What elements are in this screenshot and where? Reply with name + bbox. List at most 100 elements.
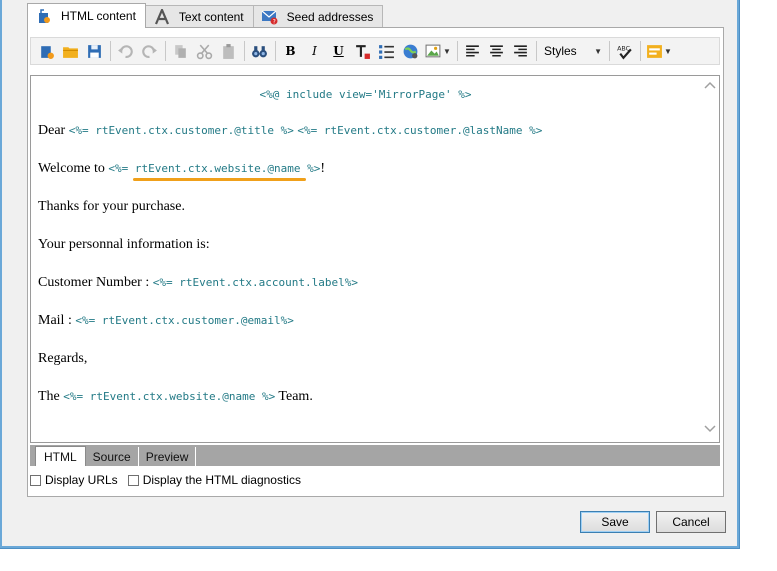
bold-button[interactable]: B [279,40,302,62]
checkbox-box[interactable] [30,474,41,486]
text: Mail : [38,313,76,328]
editor-toolbar: B I U ▼ Styles ▼ ABC ▼ [30,37,720,65]
info-line: Your personnal information is: [38,237,210,252]
checkbox-label: Display URLs [45,473,118,487]
floppy-disk-icon [88,44,101,58]
tab-label: Text content [178,9,244,24]
text: Welcome to [38,161,109,176]
italic-button[interactable]: I [303,40,326,62]
align-left-button[interactable] [461,40,484,62]
cancel-button[interactable]: Cancel [656,511,726,533]
svg-text:?: ? [272,18,275,25]
lastname-field: <%= rtEvent.ctx.customer.@lastName %> [297,124,543,137]
underline-button[interactable]: U [327,40,350,62]
html-content-icon [35,7,53,25]
toolbar-separator [640,41,641,61]
binoculars-icon [252,45,267,57]
display-diagnostics-checkbox[interactable]: Display the HTML diagnostics [127,473,301,487]
toolbar-separator [609,41,610,61]
text: Customer Number : [38,275,153,290]
website-name-field: <%= rtEvent.ctx.website.@name %> [63,390,276,403]
insert-image-button[interactable]: ▼ [423,40,453,62]
code-open: <%= [108,162,135,175]
save-button[interactable]: Save [580,511,650,533]
styles-dropdown[interactable]: Styles ▼ [540,40,606,62]
clear-format-icon [356,44,370,59]
undo-icon [118,44,133,58]
tab-html-content[interactable]: HTML content [27,3,146,28]
cancel-label: Cancel [672,515,710,529]
display-urls-checkbox[interactable]: Display URLs [30,473,118,487]
mail-line: Mail : <%= rtEvent.ctx.customer.@email%> [38,313,294,329]
text: Dear [38,123,69,138]
globe-link-icon [403,44,418,58]
code-close: %> [300,162,321,175]
chevron-down-icon: ▼ [594,46,602,56]
personalization-button[interactable]: ▼ [644,40,674,62]
scissors-icon [196,44,213,59]
thanks-line: Thanks for your purchase. [38,199,185,214]
display-options: Display URLs Display the HTML diagnostic… [30,473,311,487]
mode-tab-html[interactable]: HTML [35,446,86,466]
tab-seed-addresses[interactable]: ? Seed addresses [252,5,384,27]
align-right-icon [514,44,527,57]
welcome-line: Welcome to <%= rtEvent.ctx.website.@name… [38,161,326,181]
seed-addresses-icon: ? [261,8,279,26]
website-name-field: rtEvent.ctx.website.@name [132,162,307,181]
email-field: <%= rtEvent.ctx.customer.@email%> [75,314,294,327]
toolbar-separator [457,41,458,61]
checkbox-box[interactable] [127,474,139,486]
orange-underline [132,178,307,181]
toolbar-separator [165,41,166,61]
mode-tab-source[interactable]: Source [86,447,139,466]
align-right-button[interactable] [509,40,532,62]
toolbar-separator [244,41,245,61]
include-directive: <%@ include view='MirrorPage' %> [259,88,472,101]
align-center-button[interactable] [485,40,508,62]
save-file-button[interactable] [83,40,106,62]
text: The [38,389,64,404]
copy-button[interactable] [169,40,192,62]
align-center-icon [490,44,503,57]
chevron-down-icon: ▼ [443,46,451,56]
tab-label: Seed addresses [286,9,374,24]
customer-number-line: Customer Number : <%= rtEvent.ctx.accoun… [38,275,358,291]
text-content-icon [153,8,171,26]
team-line: The <%= rtEvent.ctx.website.@name %> Tea… [38,389,313,405]
folder-icon [63,46,78,58]
scroll-up-icon[interactable] [704,80,716,90]
regards-line: Regards, [38,351,88,366]
mode-tab-preview[interactable]: Preview [139,447,197,466]
chevron-down-icon: ▼ [664,46,672,56]
cut-button[interactable] [193,40,216,62]
toolbar-separator [110,41,111,61]
insert-link-button[interactable] [399,40,422,62]
account-field: <%= rtEvent.ctx.account.label%> [152,276,359,289]
text: ! [320,161,326,176]
open-folder-button[interactable] [59,40,82,62]
redo-icon [142,44,157,58]
new-document-button[interactable] [35,40,58,62]
checkbox-label: Display the HTML diagnostics [142,473,301,487]
paste-button[interactable] [217,40,240,62]
clear-format-button[interactable] [351,40,374,62]
scroll-down-icon[interactable] [704,424,716,434]
image-icon [425,44,441,57]
align-left-icon [466,44,479,57]
redo-button[interactable] [138,40,161,62]
window-frame: HTML content Text content ? Seed address… [0,0,740,549]
new-document-icon [41,45,54,59]
spellcheck-icon: ABC [617,44,632,60]
html-editor[interactable]: <%@ include view='MirrorPage' %> Dear <%… [30,75,720,443]
list-icon [379,44,394,59]
undo-button[interactable] [114,40,137,62]
vertical-scrollbar[interactable] [701,76,719,442]
save-label: Save [601,515,629,529]
editor-mode-tabs: HTML Source Preview [30,445,720,466]
spellcheck-button[interactable]: ABC [613,40,636,62]
text: Team. [275,389,313,404]
find-button[interactable] [248,40,271,62]
bulleted-list-button[interactable] [375,40,398,62]
html-content-panel: B I U ▼ Styles ▼ ABC ▼ <%@ include view=… [27,27,724,497]
tab-text-content[interactable]: Text content [144,5,254,27]
